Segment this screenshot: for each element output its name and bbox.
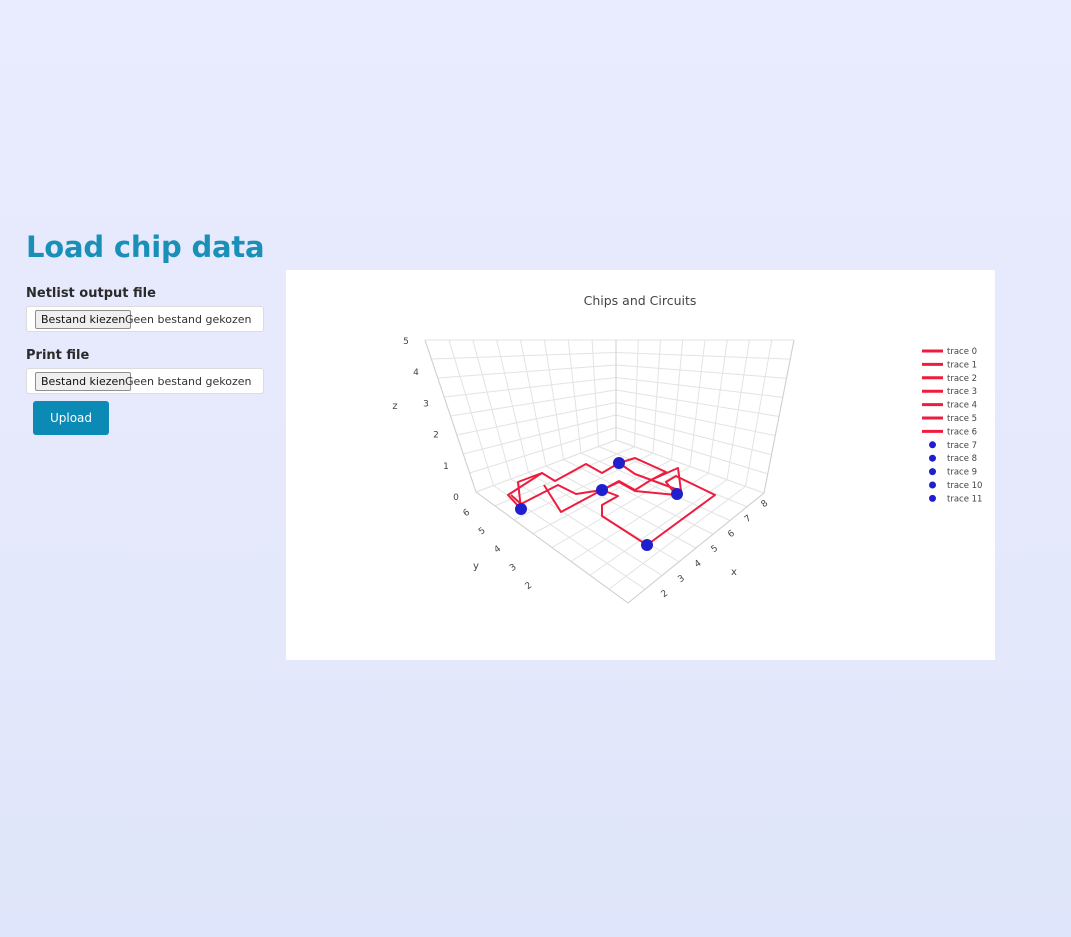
legend-marker-swatch xyxy=(929,494,936,502)
legend-marker-swatch xyxy=(929,481,936,489)
z-tick-label: 1 xyxy=(443,462,449,472)
x-tick-label: 4 xyxy=(693,558,704,570)
legend-label: trace 8 xyxy=(947,454,977,464)
z-tick-label: 3 xyxy=(423,399,429,409)
legend-item[interactable]: trace 8 xyxy=(929,454,977,464)
netlist-choose-button[interactable]: Bestand kiezen xyxy=(35,310,132,329)
x-tick-label: 5 xyxy=(710,544,720,555)
print-file-label: Print file xyxy=(26,348,90,363)
legend-marker-swatch xyxy=(929,441,936,449)
x-tick-label: 8 xyxy=(760,498,771,510)
legend-item[interactable]: trace 3 xyxy=(922,387,977,397)
legend-item[interactable]: trace 9 xyxy=(929,468,977,478)
z-tick-label: 0 xyxy=(453,493,459,503)
page-title: Load chip data xyxy=(26,230,265,264)
legend-item[interactable]: trace 10 xyxy=(929,481,982,491)
chart-grid xyxy=(424,339,795,604)
print-file-input[interactable]: Bestand kiezen Geen bestand gekozen xyxy=(26,368,264,394)
legend-label: trace 3 xyxy=(947,387,977,397)
z-tick-label: 4 xyxy=(413,368,419,378)
legend-item[interactable]: trace 6 xyxy=(922,427,977,437)
legend-label: trace 0 xyxy=(947,347,977,357)
netlist-file-input[interactable]: Bestand kiezen Geen bestand gekozen xyxy=(26,306,264,332)
legend-item[interactable]: trace 11 xyxy=(929,494,982,504)
gate-marker xyxy=(671,488,683,500)
y-tick-label: 5 xyxy=(477,526,487,537)
x-tick-label: 3 xyxy=(676,574,686,585)
legend-item[interactable]: trace 0 xyxy=(922,347,977,357)
legend-item[interactable]: trace 7 xyxy=(929,441,977,451)
legend-label: trace 4 xyxy=(947,401,977,411)
legend-item[interactable]: trace 4 xyxy=(922,401,977,411)
gate-marker xyxy=(613,457,625,469)
netlist-label: Netlist output file xyxy=(26,286,156,301)
legend-item[interactable]: trace 1 xyxy=(922,360,977,370)
chart-legend[interactable]: trace 0 trace 1 trace 2 trace 3 trace 4 trace… xyxy=(922,347,982,504)
legend-marker-swatch xyxy=(929,454,936,462)
gate-marker xyxy=(515,503,527,515)
legend-label: trace 1 xyxy=(947,360,977,370)
legend-label: trace 10 xyxy=(947,481,982,491)
chart-3d-plot[interactable]: 012345654322345678zyx trace 0trace 1trac… xyxy=(286,270,995,660)
y-tick-label: 3 xyxy=(508,562,518,573)
x-tick-label: 6 xyxy=(726,528,737,540)
legend-label: trace 9 xyxy=(947,468,977,478)
legend-label: trace 2 xyxy=(947,374,977,384)
y-axis-label: y xyxy=(473,561,479,572)
y-tick-label: 2 xyxy=(524,581,534,592)
legend-label: trace 5 xyxy=(947,414,977,424)
y-tick-label: 4 xyxy=(493,544,504,556)
x-axis-label: x xyxy=(731,567,737,578)
y-tick-label: 6 xyxy=(462,507,473,519)
legend-item[interactable]: trace 2 xyxy=(922,374,977,384)
netlist-file-status: Geen bestand gekozen xyxy=(125,313,252,326)
chart-panel[interactable]: 012345654322345678zyx trace 0 trace 1 trac… xyxy=(286,270,995,660)
upload-button[interactable]: Upload xyxy=(33,401,109,435)
chart-traces xyxy=(507,457,716,551)
x-tick-label: 2 xyxy=(660,589,670,600)
legend-label: trace 7 xyxy=(947,441,977,451)
print-file-status: Geen bestand gekozen xyxy=(125,375,252,388)
z-axis-label: z xyxy=(392,401,397,412)
legend-label: trace 11 xyxy=(947,494,982,504)
z-tick-label: 5 xyxy=(403,337,409,347)
legend-marker-swatch xyxy=(929,468,936,476)
chart-title: Chips and Circuits xyxy=(584,293,697,308)
x-tick-label: 7 xyxy=(743,514,753,525)
gate-marker xyxy=(596,484,608,496)
legend-item[interactable]: trace 5 xyxy=(922,414,977,424)
z-tick-label: 2 xyxy=(433,431,439,441)
legend-label: trace 6 xyxy=(947,427,977,437)
print-choose-button[interactable]: Bestand kiezen xyxy=(35,372,132,391)
gate-marker xyxy=(641,539,653,551)
